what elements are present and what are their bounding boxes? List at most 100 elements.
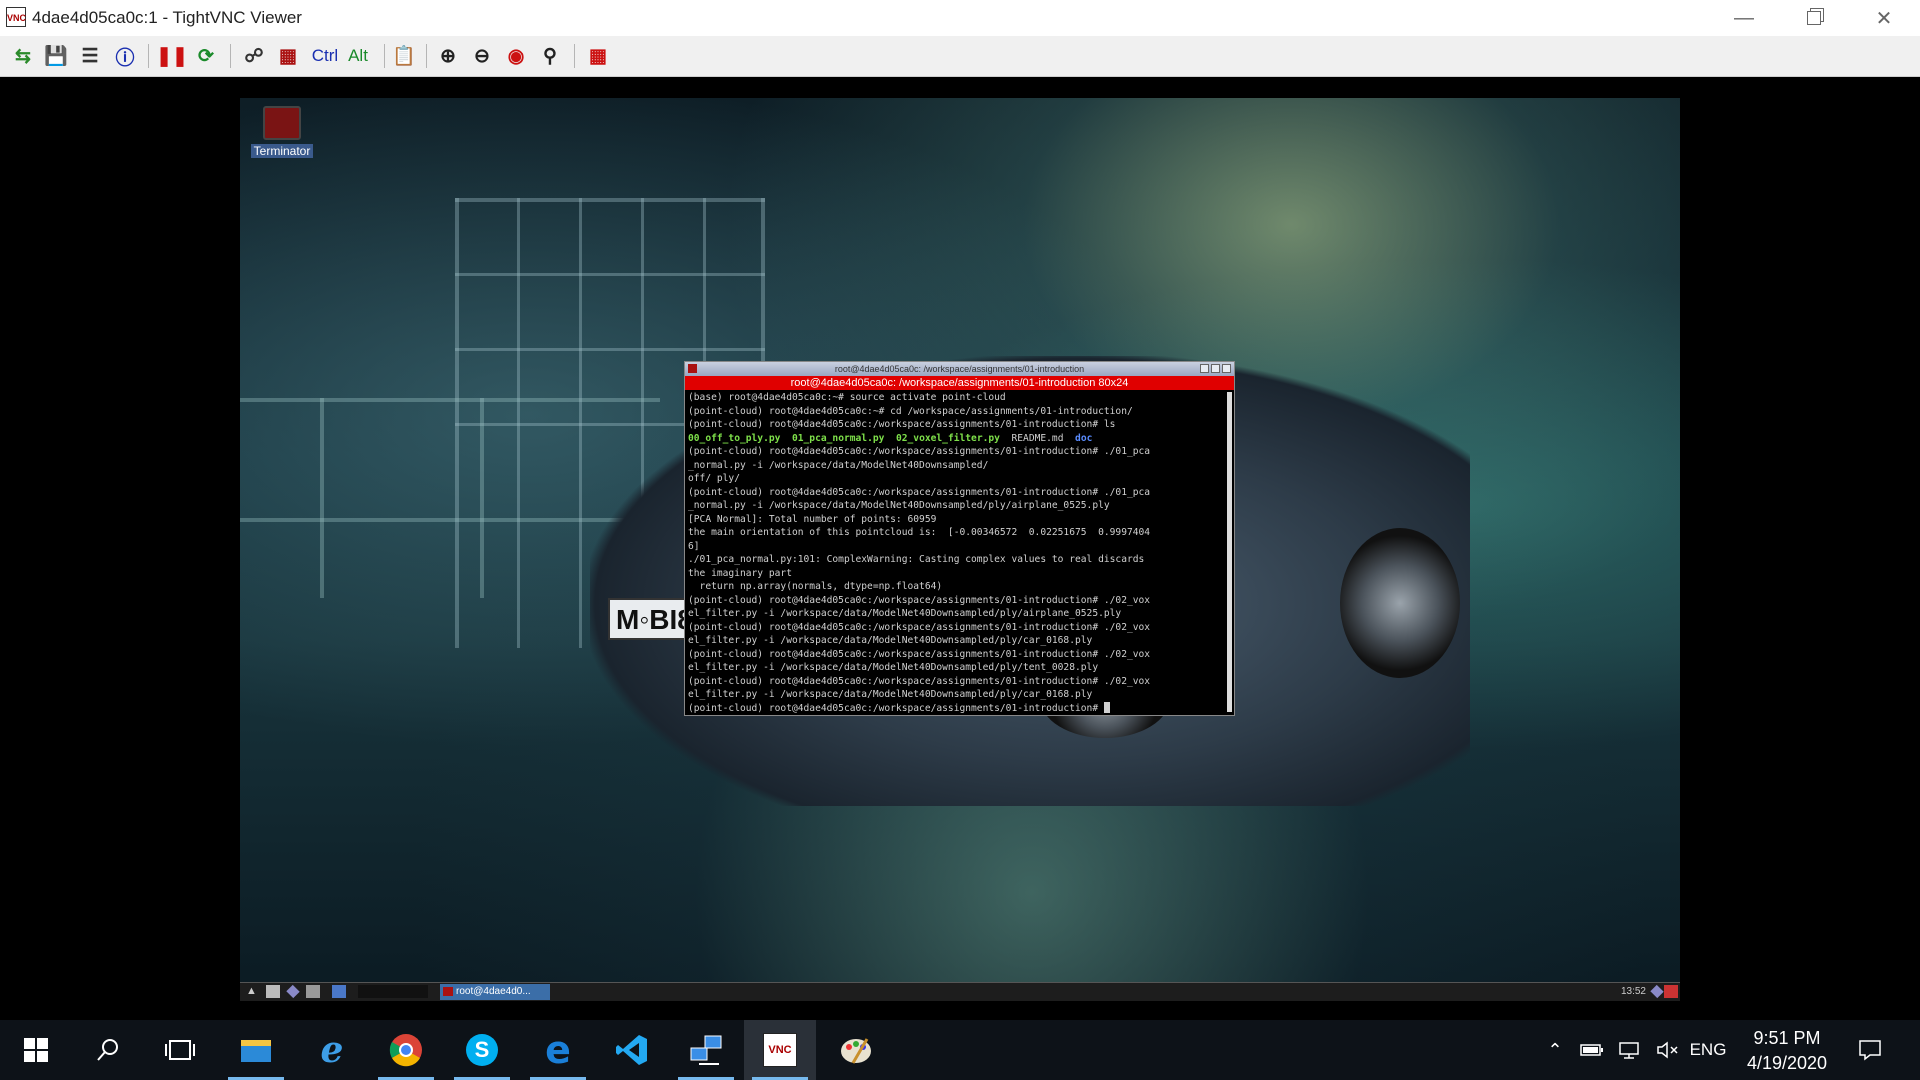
file-explorer-button[interactable] (220, 1020, 292, 1080)
terminal-line: (point-cloud) root@4dae4d05ca0c:/workspa… (688, 675, 1151, 687)
terminal-outer-title-bar[interactable]: root@4dae4d05ca0c: /workspace/assignment… (685, 362, 1234, 376)
ctrl-alt-del-icon[interactable]: ▦ (274, 42, 302, 70)
refresh-icon[interactable]: ⟳ (192, 42, 220, 70)
terminator-desktop-icon[interactable]: Terminator (246, 106, 318, 160)
zoom-auto-icon[interactable]: ⚲ (536, 42, 564, 70)
launcher-icon[interactable] (286, 984, 300, 999)
vscode-button[interactable] (596, 1020, 668, 1080)
network-icon[interactable] (1650, 984, 1664, 999)
viewer-toolbar: ⇆ 💾 ☰ ⓘ ❚❚ ⟳ ☍ ▦ Ctrl Alt 📋 ⊕ ⊖ ◉ ⚲ ▦ (0, 36, 1920, 77)
terminal-task-button[interactable]: root@4dae4d0... (440, 984, 550, 1000)
railing (320, 398, 324, 598)
zoom-out-icon[interactable]: ⊖ (468, 42, 496, 70)
terminal-maximize-button[interactable] (1211, 364, 1220, 373)
terminal-close-button[interactable] (1222, 364, 1231, 373)
remote-desktop-button[interactable] (670, 1020, 742, 1080)
windows-icon[interactable] (306, 985, 320, 998)
workspace-switcher[interactable] (358, 985, 428, 998)
chevron-up-icon: ⌃ (1547, 1039, 1563, 1060)
ls-entry: 02_voxel_filter.py (895, 432, 1000, 444)
clipboard-icon[interactable]: 📋 (390, 42, 418, 70)
ie-icon: e (320, 1029, 344, 1071)
start-button[interactable] (0, 1020, 72, 1080)
file-manager-icon[interactable] (266, 985, 280, 998)
terminal-inner-title: root@4dae4d05ca0c: /workspace/assignment… (685, 376, 1234, 390)
ls-entry: 00_off_to_ply.py (688, 432, 781, 444)
volume-muted-icon[interactable] (1651, 1020, 1685, 1080)
terminal-line: (point-cloud) root@4dae4d05ca0c:/workspa… (688, 486, 1151, 498)
vnc-app-icon: VNC (6, 7, 26, 27)
zoom-100-icon[interactable]: ◉ (502, 42, 530, 70)
pause-icon[interactable]: ❚❚ (156, 42, 188, 70)
ls-output-line: 00_off_to_ply.py 01_pca_normal.py 02_vox… (688, 432, 1231, 446)
internet-explorer-button[interactable]: e (296, 1020, 368, 1080)
terminal-line: (base) root@4dae4d05ca0c:~# source activ… (688, 392, 1006, 403)
terminal-line: the imaginary part (688, 567, 792, 579)
zoom-in-icon[interactable]: ⊕ (434, 42, 462, 70)
terminal-window[interactable]: root@4dae4d05ca0c: /workspace/assignment… (684, 361, 1235, 716)
skype-button[interactable]: S (446, 1020, 518, 1080)
minimize-button[interactable]: — (1709, 0, 1779, 36)
task-view-button[interactable] (144, 1020, 216, 1080)
car-wheel (1340, 528, 1460, 678)
battery-icon[interactable] (1575, 1020, 1609, 1080)
terminal-line: ./01_pca_normal.py:101: ComplexWarning: … (688, 554, 1145, 565)
window-title-bar: VNC 4dae4d05ca0c:1 - TightVNC Viewer — ✕ (0, 0, 1920, 36)
network-status-icon[interactable] (1613, 1020, 1647, 1080)
toolbar-separator (426, 44, 427, 68)
terminal-cursor (1103, 702, 1110, 713)
toolbar-separator (384, 44, 385, 68)
paint-button[interactable] (820, 1020, 892, 1080)
ls-entry: doc (1075, 432, 1093, 444)
terminal-icon (688, 364, 697, 373)
alt-key-button[interactable]: Alt (344, 42, 372, 70)
show-hidden-icons-button[interactable]: ⌃ (1541, 1020, 1569, 1080)
window-title: 4dae4d05ca0c:1 - TightVNC Viewer (32, 8, 302, 27)
taskbar-clock[interactable]: 9:51 PM 4/19/2020 (1727, 1026, 1847, 1076)
transfer-icon[interactable]: ☍ (240, 42, 268, 70)
menu-icon[interactable]: ▲ (246, 985, 260, 998)
new-connection-icon[interactable]: ⇆ (9, 42, 37, 70)
ctrl-key-button[interactable]: Ctrl (308, 42, 342, 70)
terminal-prompt-line[interactable]: (point-cloud) root@4dae4d05ca0c:/workspa… (688, 702, 1231, 716)
task-view-icon (165, 1040, 195, 1060)
terminal-line: _normal.py -i /workspace/data/ModelNet40… (688, 500, 1110, 511)
ls-entry: 01_pca_normal.py (791, 432, 885, 444)
power-icon[interactable] (1664, 985, 1678, 998)
railing (480, 398, 484, 598)
chrome-button[interactable] (370, 1020, 442, 1080)
restore-button[interactable] (1779, 0, 1849, 36)
terminal-minimize-button[interactable] (1200, 364, 1209, 373)
clock-date: 4/19/2020 (1746, 1053, 1828, 1073)
terminal-outer-title: root@4dae4d05ca0c: /workspace/assignment… (834, 364, 1085, 374)
toolbar-separator (230, 44, 231, 68)
info-icon[interactable]: ⓘ (111, 42, 139, 70)
toolbar-separator (148, 44, 149, 68)
terminal-line: (point-cloud) root@4dae4d05ca0c:/workspa… (688, 419, 1116, 430)
clock-time: 9:51 PM (1753, 1028, 1821, 1048)
remote-desktop[interactable]: M◦BI849 Terminator root@4dae4d05ca0c: /w… (240, 98, 1680, 1001)
terminal-scrollbar[interactable] (1227, 392, 1232, 712)
input-language-indicator[interactable]: ENG (1686, 1020, 1730, 1080)
terminal-line: (point-cloud) root@4dae4d05ca0c:~# cd /w… (688, 405, 1133, 417)
tightvnc-viewer-button[interactable]: VNC (744, 1020, 816, 1080)
save-icon[interactable]: 💾 (42, 42, 70, 70)
options-icon[interactable]: ☰ (76, 42, 104, 70)
edge-button[interactable]: e (522, 1020, 594, 1080)
workspace-1-icon[interactable] (332, 985, 346, 998)
terminal-line: (point-cloud) root@4dae4d05ca0c:/workspa… (688, 594, 1151, 606)
terminal-line: (point-cloud) root@4dae4d05ca0c:/workspa… (688, 446, 1151, 457)
fullscreen-icon[interactable]: ▦ (584, 42, 612, 70)
vscode-icon (616, 1035, 647, 1065)
terminal-line: [PCA Normal]: Total number of points: 60… (688, 513, 937, 525)
action-center-button[interactable] (1852, 1020, 1888, 1080)
terminal-output[interactable]: (base) root@4dae4d05ca0c:~# source activ… (685, 390, 1234, 716)
close-button[interactable]: ✕ (1849, 0, 1919, 36)
terminal-line: el_filter.py -i /workspace/data/ModelNet… (688, 608, 1122, 619)
terminal-line: el_filter.py -i /workspace/data/ModelNet… (688, 635, 1093, 646)
network-computers-icon (690, 1035, 722, 1065)
terminal-line: return np.array(normals, dtype=np.float6… (688, 581, 943, 592)
ls-entry: README.md (1011, 432, 1064, 444)
search-button[interactable] (72, 1020, 144, 1080)
terminal-line: off/ ply/ (688, 473, 740, 484)
